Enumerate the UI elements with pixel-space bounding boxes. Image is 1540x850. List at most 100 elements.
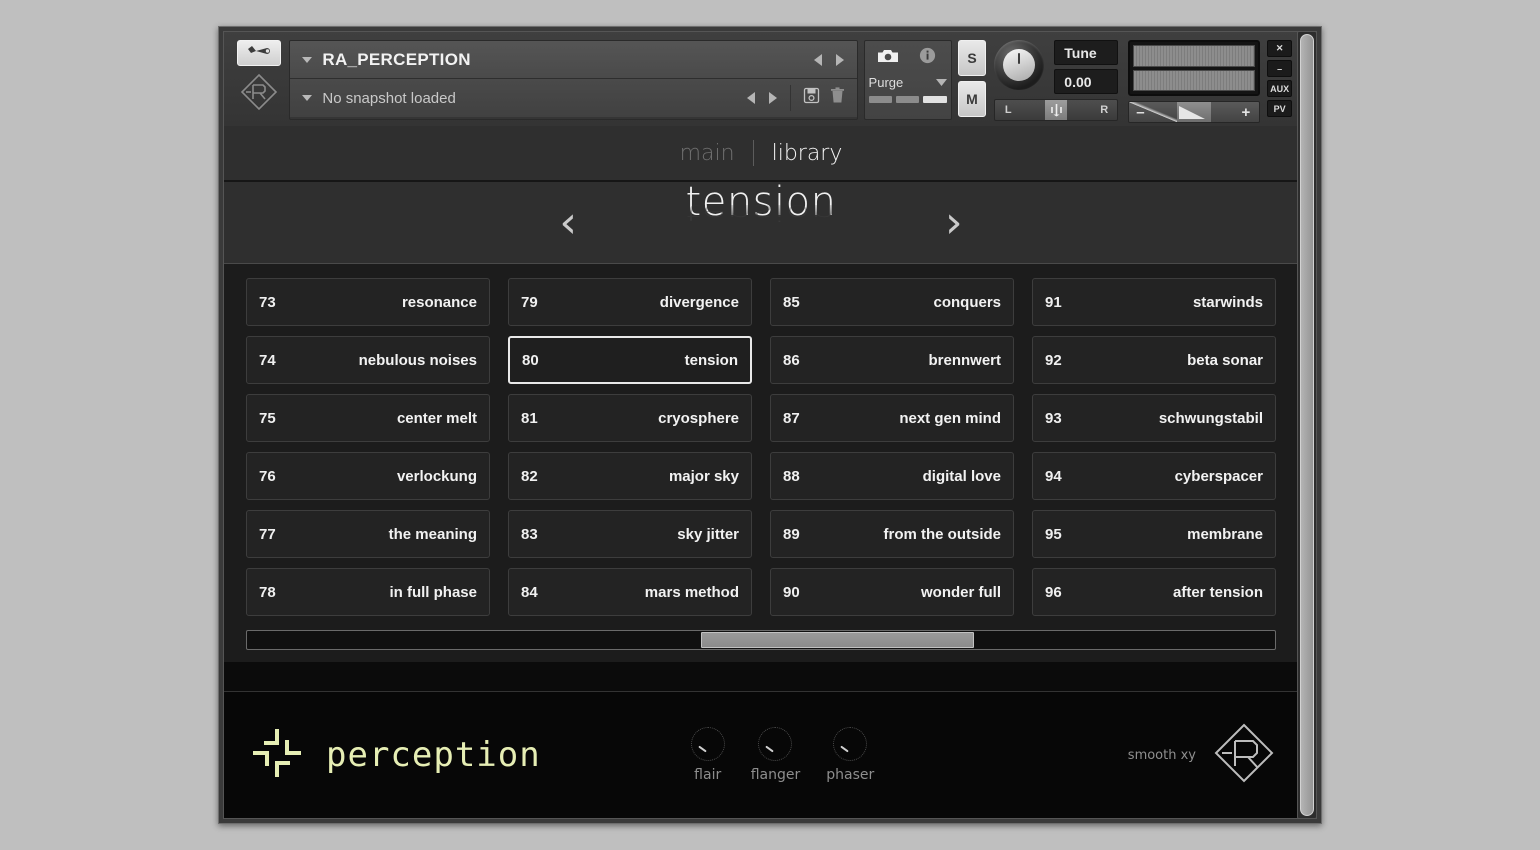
tune-knob-cap xyxy=(1003,49,1036,81)
preset-item[interactable]: 75 center melt xyxy=(246,394,490,442)
tune-label: Tune xyxy=(1054,40,1119,65)
fx-label: flair xyxy=(694,767,722,783)
preset-name: the meaning xyxy=(388,525,477,543)
preset-item[interactable]: 87 next gen mind xyxy=(770,394,1014,442)
solo-button[interactable]: S xyxy=(957,40,987,76)
preset-name: beta sonar xyxy=(1187,351,1263,369)
instrument-prev-button[interactable] xyxy=(813,53,822,66)
preset-number: 77 xyxy=(259,525,276,543)
preset-number: 87 xyxy=(783,409,800,427)
info-button[interactable] xyxy=(908,45,947,71)
pan-track[interactable] xyxy=(1021,100,1091,120)
level-meter-panel: – + xyxy=(1128,40,1261,123)
preset-item[interactable]: 94 cyberspacer xyxy=(1032,452,1276,500)
memory-bar xyxy=(895,96,920,103)
preset-title-bar: ‹ tension tension › xyxy=(224,182,1298,264)
snapshot-next-button[interactable] xyxy=(768,92,777,104)
fx-knob[interactable] xyxy=(833,727,868,761)
purge-chevron-down-icon[interactable] xyxy=(935,73,947,91)
window-vertical-scrollbar[interactable] xyxy=(1297,31,1317,819)
window-scrollbar-thumb[interactable] xyxy=(1300,34,1314,816)
pv-button[interactable]: PV xyxy=(1267,100,1292,117)
snapshot-camera-button[interactable] xyxy=(869,45,908,71)
tune-value[interactable]: 0.00 xyxy=(1054,69,1119,94)
preset-number: 88 xyxy=(783,467,800,485)
preset-item[interactable]: 93 schwungstabil xyxy=(1032,394,1276,442)
preset-item[interactable]: 92 beta sonar xyxy=(1032,336,1276,384)
preset-item[interactable]: 86 brennwert xyxy=(770,336,1014,384)
preset-item[interactable]: 73 resonance xyxy=(246,278,490,326)
instrument-next-button[interactable] xyxy=(835,53,844,66)
pan-slider[interactable]: L R xyxy=(994,99,1119,121)
preset-number: 95 xyxy=(1045,525,1062,543)
tab-library[interactable]: library xyxy=(754,141,861,166)
preset-item[interactable]: 96 after tension xyxy=(1032,568,1276,616)
preset-item[interactable]: 85 conquers xyxy=(770,278,1014,326)
preset-next-button[interactable]: › xyxy=(911,200,997,245)
tune-knob[interactable] xyxy=(994,40,1048,94)
preset-number: 78 xyxy=(259,583,276,601)
tab-main[interactable]: main xyxy=(662,141,753,166)
preset-name: center melt xyxy=(396,409,477,427)
instrument-name-label: RA_PERCEPTION xyxy=(322,49,471,69)
instrument-name-row[interactable]: RA_PERCEPTION xyxy=(290,41,857,79)
preset-item[interactable]: 81 cryosphere xyxy=(508,394,752,442)
mute-button[interactable]: M xyxy=(957,81,987,117)
preset-number: 83 xyxy=(521,525,538,543)
preset-name: from the outside xyxy=(883,525,1001,543)
aux-button[interactable]: AUX xyxy=(1267,80,1292,97)
preset-item[interactable]: 84 mars method xyxy=(508,568,752,616)
preset-item[interactable]: 80 tension xyxy=(508,336,752,384)
snapshot-chevron-down-icon[interactable] xyxy=(302,95,313,101)
preset-scroll-area xyxy=(224,616,1298,662)
preset-item[interactable]: 78 in full phase xyxy=(246,568,490,616)
fx-knob[interactable] xyxy=(690,727,725,761)
preset-horizontal-scrollbar[interactable] xyxy=(246,630,1276,650)
preset-item[interactable]: 91 starwinds xyxy=(1032,278,1276,326)
r-diamond-logo-icon xyxy=(1212,721,1276,790)
snapshot-delete-button[interactable] xyxy=(825,85,851,111)
preset-number: 79 xyxy=(521,293,538,311)
preset-item[interactable]: 95 membrane xyxy=(1032,510,1276,558)
r-diamond-logo-icon xyxy=(239,72,279,117)
header-left-column xyxy=(232,40,285,120)
preset-item[interactable]: 76 verlockung xyxy=(246,452,490,500)
tune-fields: Tune 0.00 xyxy=(1054,40,1119,94)
preset-item[interactable]: 82 major sky xyxy=(508,452,752,500)
pan-handle[interactable] xyxy=(1045,100,1068,120)
volume-slider[interactable]: – + xyxy=(1128,101,1261,123)
snapshot-prev-button[interactable] xyxy=(746,92,755,104)
floppy-disk-icon xyxy=(803,87,820,109)
pan-left-label: L xyxy=(1004,104,1012,116)
preset-prev-button[interactable]: ‹ xyxy=(525,200,611,245)
purge-dropdown[interactable]: Purge xyxy=(869,71,947,93)
purge-label: Purge xyxy=(868,74,904,90)
volume-decrease-button[interactable]: – xyxy=(1129,102,1178,122)
current-preset-title-reflection: tension xyxy=(685,199,837,225)
preset-item[interactable]: 83 sky jitter xyxy=(508,510,752,558)
fx-knob-row: flair flanger phaser xyxy=(690,727,874,783)
memory-bar xyxy=(923,96,947,103)
volume-handle[interactable] xyxy=(1177,102,1212,122)
preset-item[interactable]: 77 the meaning xyxy=(246,510,490,558)
brand-block: perception xyxy=(246,722,541,789)
smooth-xy-label: smooth xy xyxy=(1127,747,1196,763)
preset-name: major sky xyxy=(668,467,739,485)
preset-item[interactable]: 89 from the outside xyxy=(770,510,1014,558)
snapshot-save-button[interactable] xyxy=(799,85,825,111)
wrench-icon xyxy=(246,44,272,63)
preset-item[interactable]: 79 divergence xyxy=(508,278,752,326)
snapshot-row[interactable]: No snapshot loaded xyxy=(290,79,857,117)
wrench-button[interactable] xyxy=(236,40,281,66)
window-button-column: ✕ – AUX PV xyxy=(1267,40,1292,120)
preset-item[interactable]: 90 wonder full xyxy=(770,568,1014,616)
preset-item[interactable]: 74 nebulous noises xyxy=(246,336,490,384)
preset-item[interactable]: 88 digital love xyxy=(770,452,1014,500)
snapshot-actions xyxy=(789,85,851,111)
chevron-down-icon[interactable] xyxy=(302,56,313,63)
close-button[interactable]: ✕ xyxy=(1267,40,1292,57)
volume-increase-button[interactable]: + xyxy=(1211,102,1260,122)
minimize-button[interactable]: – xyxy=(1267,60,1292,77)
scrollbar-thumb[interactable] xyxy=(701,632,974,648)
fx-knob[interactable] xyxy=(758,727,793,761)
